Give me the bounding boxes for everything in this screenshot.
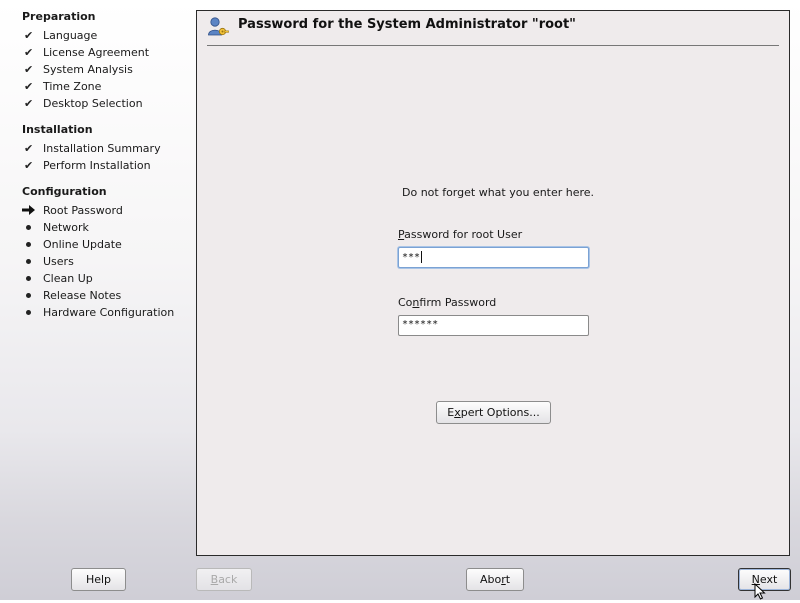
password-label: Password for root User — [398, 228, 522, 241]
sidebar-item-label: License Agreement — [43, 45, 150, 59]
page-title: Password for the System Administrator "r… — [238, 17, 576, 32]
section-title-installation: Installation — [22, 123, 93, 136]
button-label: Help — [85, 573, 112, 586]
text-caret — [421, 251, 423, 263]
arrow-right-icon — [22, 204, 43, 216]
sidebar-item-label: Time Zone — [43, 79, 102, 93]
check-icon — [22, 29, 43, 42]
user-key-icon — [207, 16, 229, 38]
button-label: t — [505, 573, 511, 586]
password-value: *** — [402, 252, 421, 263]
label-text: assword for root User — [404, 228, 523, 241]
bullet-icon — [22, 276, 43, 281]
sidebar-item-label: Root Password — [43, 203, 123, 217]
bullet-icon — [22, 259, 43, 264]
sidebar-item-label: Clean Up — [43, 271, 93, 285]
label-text: firm Password — [419, 296, 497, 309]
sidebar-item-label: Language — [43, 28, 98, 42]
sidebar-item-label: System Analysis — [43, 62, 133, 76]
label-text: Co — [398, 296, 413, 309]
bullet-icon — [22, 293, 43, 298]
button-label: ack — [218, 573, 238, 586]
mouse-cursor-icon — [754, 582, 766, 600]
button-label: Abo — [479, 573, 502, 586]
sidebar-item-license-agreement: License Agreement — [22, 44, 149, 60]
check-icon — [22, 142, 43, 155]
sidebar-item-label: Online Update — [43, 237, 122, 251]
sidebar-item-network: Network — [22, 219, 89, 235]
check-icon — [22, 46, 43, 59]
sidebar-item-online-update: Online Update — [22, 236, 122, 252]
root-password-panel: Password for the System Administrator "r… — [196, 10, 790, 556]
sidebar-item-label: Release Notes — [43, 288, 122, 302]
sidebar-item-system-analysis: System Analysis — [22, 61, 133, 77]
title-divider — [207, 45, 779, 46]
bullet-icon — [22, 310, 43, 315]
abort-button[interactable]: Abo r t — [466, 568, 524, 591]
sidebar-item-perform-installation: Perform Installation — [22, 157, 151, 173]
sidebar-item-label: Desktop Selection — [43, 96, 143, 110]
sidebar-item-label: Users — [43, 254, 74, 268]
confirm-password-field[interactable]: ****** — [398, 315, 589, 336]
sidebar-item-label: Network — [43, 220, 89, 234]
bullet-icon — [22, 242, 43, 247]
sidebar-item-clean-up: Clean Up — [22, 270, 93, 286]
sidebar-item-release-notes: Release Notes — [22, 287, 121, 303]
sidebar-item-users: Users — [22, 253, 74, 269]
sidebar-item-root-password: Root Password — [22, 202, 123, 218]
confirm-password-label: Confirm Password — [398, 296, 496, 309]
sidebar-item-label: Hardware Configuration — [43, 305, 175, 319]
sidebar-item-desktop-selection: Desktop Selection — [22, 95, 143, 111]
sidebar-item-hardware-configuration: Hardware Configuration — [22, 304, 174, 320]
sidebar-item-time-zone: Time Zone — [22, 78, 101, 94]
sidebar-item-installation-summary: Installation Summary — [22, 140, 161, 156]
help-button[interactable]: Help — [71, 568, 126, 591]
hint-text: Do not forget what you enter here. — [402, 186, 595, 199]
sidebar-item-label: Installation Summary — [43, 141, 161, 155]
check-icon — [22, 80, 43, 93]
expert-options-button[interactable]: Ex pert Options... — [436, 401, 551, 424]
check-icon — [22, 159, 43, 172]
back-button[interactable]: Back — [196, 568, 252, 591]
confirm-value: ****** — [402, 319, 439, 330]
password-field[interactable]: *** — [398, 247, 589, 268]
button-label: pert Options... — [460, 406, 540, 419]
sidebar-item-language: Language — [22, 27, 97, 43]
installation-steps-sidebar: Preparation Language License Agreement S… — [0, 0, 192, 560]
check-icon — [22, 97, 43, 110]
check-icon — [22, 63, 43, 76]
button-label: E — [447, 406, 455, 419]
mnemonic: B — [210, 573, 219, 586]
bullet-icon — [22, 225, 43, 230]
section-title-configuration: Configuration — [22, 185, 107, 198]
sidebar-item-label: Perform Installation — [43, 158, 151, 172]
section-title-preparation: Preparation — [22, 10, 96, 23]
